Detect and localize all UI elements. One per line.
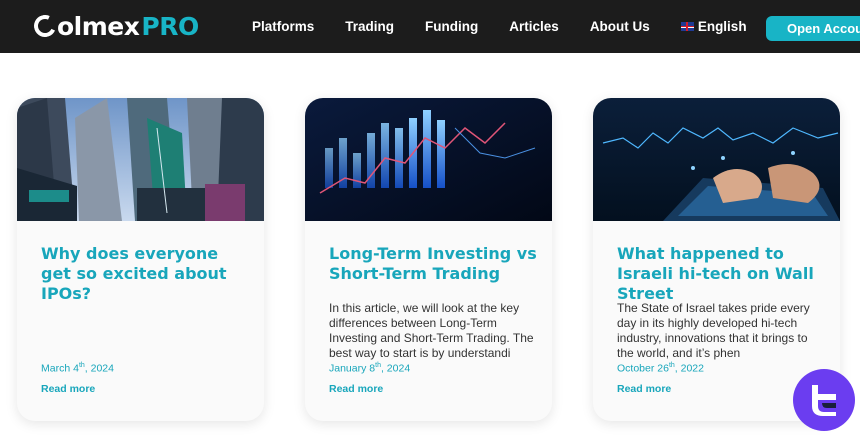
- article-date: March 4th, 2024: [41, 362, 114, 375]
- brand-watermark-badge: [793, 369, 855, 431]
- nav-trading[interactable]: Trading: [345, 19, 394, 34]
- logo-text: olmex: [57, 11, 140, 41]
- article-card[interactable]: Long-Term Investing vs Short-Term Tradin…: [305, 98, 552, 421]
- language-label: English: [697, 19, 747, 34]
- article-excerpt: In this article, we will look at the key…: [329, 301, 534, 360]
- read-more-link[interactable]: Read more: [329, 383, 383, 395]
- read-more-link[interactable]: Read more: [41, 383, 95, 395]
- nav-articles[interactable]: Articles: [509, 19, 559, 34]
- article-title[interactable]: Why does everyone get so excited about I…: [41, 244, 251, 304]
- read-more-link[interactable]: Read more: [617, 383, 671, 395]
- article-excerpt: The State of Israel takes pride every da…: [617, 301, 810, 360]
- article-date: October 26th, 2022: [617, 362, 704, 375]
- article-title[interactable]: What happened to Israeli hi-tech on Wall…: [617, 244, 827, 304]
- watermark-logo-icon: [812, 385, 836, 416]
- language-selector[interactable]: English: [680, 19, 747, 34]
- nav-funding[interactable]: Funding: [425, 19, 478, 34]
- article-excerpt: [41, 301, 246, 361]
- logo-pro-text: PRO: [141, 11, 199, 41]
- open-account-button[interactable]: Open Account: [766, 16, 860, 41]
- article-image-times-square[interactable]: [17, 98, 264, 221]
- colmex-pro-logo[interactable]: olmex PRO: [30, 11, 199, 41]
- logo-c-mark-icon: [30, 11, 60, 41]
- article-date: January 8th, 2024: [329, 362, 411, 375]
- site-header: olmex PRO Platforms Trading Funding Arti…: [0, 0, 860, 53]
- article-card[interactable]: Why does everyone get so excited about I…: [17, 98, 264, 421]
- main-nav: Platforms Trading Funding Articles About…: [252, 0, 778, 53]
- uk-flag-icon: [680, 22, 694, 31]
- article-title[interactable]: Long-Term Investing vs Short-Term Tradin…: [329, 244, 539, 284]
- nav-about-us[interactable]: About Us: [590, 19, 650, 34]
- article-card[interactable]: What happened to Israeli hi-tech on Wall…: [593, 98, 840, 421]
- article-image-bar-chart[interactable]: [305, 98, 552, 221]
- nav-platforms[interactable]: Platforms: [252, 19, 314, 34]
- article-image-tablet-trading[interactable]: [593, 98, 840, 221]
